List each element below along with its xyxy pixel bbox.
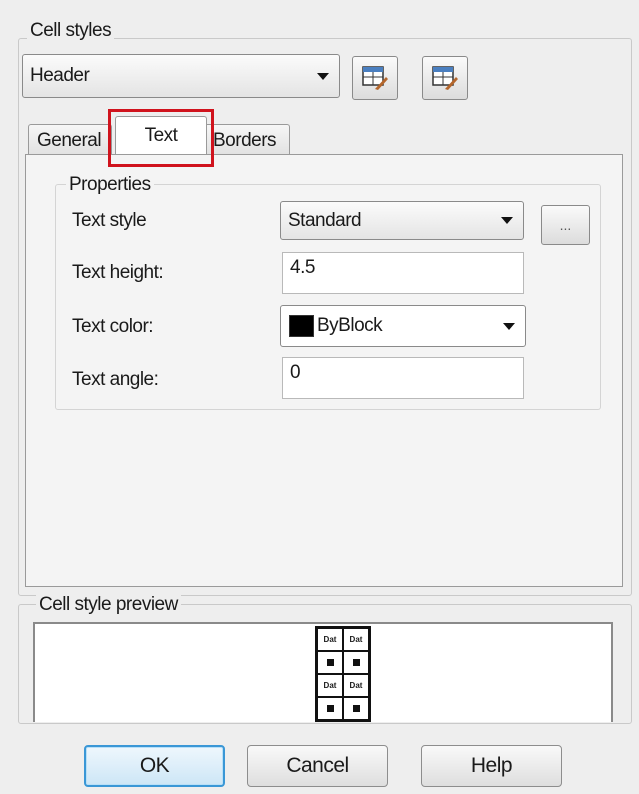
- tab-general[interactable]: General: [28, 124, 112, 154]
- text-style-browse-button[interactable]: ...: [541, 205, 590, 245]
- preview-cell: Dat: [343, 674, 369, 697]
- ok-button[interactable]: OK: [84, 745, 225, 787]
- text-color-label: Text color:: [72, 316, 154, 337]
- cell-style-preview-pane: Dat Dat Dat Dat: [33, 622, 613, 722]
- text-style-dropdown[interactable]: Standard: [280, 201, 524, 240]
- text-height-label: Text height:: [72, 262, 164, 283]
- cell-styles-label: Cell styles: [27, 20, 115, 42]
- properties-label: Properties: [66, 174, 154, 196]
- preview-cell: [343, 651, 369, 674]
- text-style-label: Text style: [72, 210, 147, 231]
- chevron-down-icon: [501, 217, 513, 224]
- create-new-cell-style-button[interactable]: [422, 56, 468, 100]
- tab-highlight-box: [108, 109, 214, 167]
- text-color-dropdown[interactable]: ByBlock: [280, 305, 526, 347]
- chevron-down-icon: [503, 322, 515, 330]
- preview-cell: [343, 697, 369, 720]
- launch-table-style-dialog-button[interactable]: [352, 56, 398, 100]
- preview-table: Dat Dat Dat Dat: [315, 626, 371, 722]
- text-height-field[interactable]: 4.5: [282, 252, 524, 294]
- preview-cell: Dat: [317, 628, 343, 651]
- cell-style-value: Header: [30, 65, 90, 86]
- cell-style-dropdown[interactable]: Header: [22, 54, 340, 98]
- preview-cell: Dat: [343, 628, 369, 651]
- text-angle-field[interactable]: 0: [282, 357, 524, 399]
- preview-cell: Dat: [317, 674, 343, 697]
- tab-borders[interactable]: Borders: [204, 124, 290, 154]
- chevron-down-icon: [317, 72, 329, 80]
- color-swatch: [289, 315, 314, 337]
- cancel-button[interactable]: Cancel: [247, 745, 388, 787]
- text-style-value: Standard: [288, 209, 362, 231]
- text-color-value: ByBlock: [317, 315, 383, 336]
- preview-cell: [317, 651, 343, 674]
- table-style-icon: [362, 66, 388, 90]
- text-angle-label: Text angle:: [72, 369, 159, 390]
- help-button[interactable]: Help: [421, 745, 562, 787]
- cell-style-preview-label: Cell style preview: [36, 594, 181, 616]
- new-cell-style-icon: [432, 66, 458, 90]
- preview-cell: [317, 697, 343, 720]
